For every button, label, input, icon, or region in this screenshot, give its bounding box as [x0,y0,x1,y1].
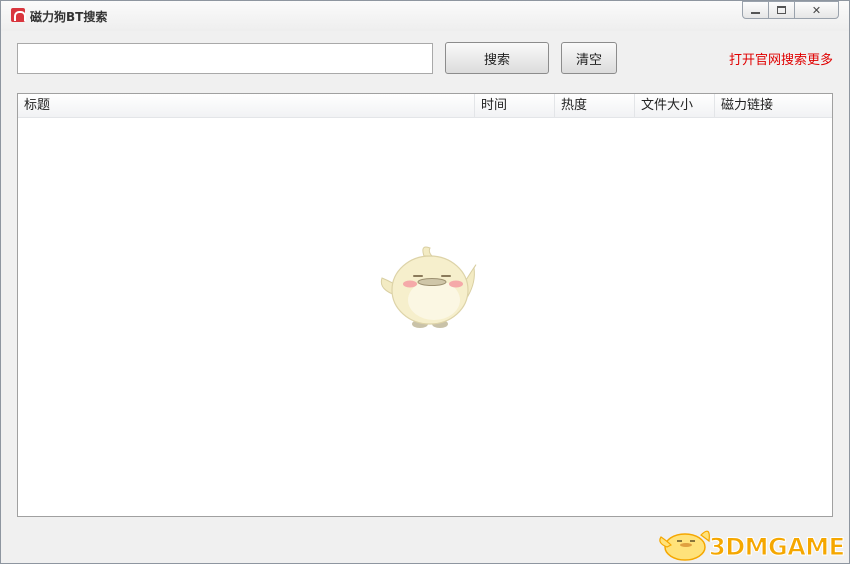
watermark-logo: 3DMGAME [657,517,846,562]
maximize-button[interactable] [768,1,795,19]
window-title: 磁力狗BT搜索 [30,10,108,24]
column-header-time[interactable]: 时间 [475,94,555,118]
empty-state-mascot-icon [380,246,477,328]
magnet-icon [11,8,26,22]
column-header-title[interactable]: 标题 [18,94,475,118]
app-window: 磁力狗BT搜索 ✕ 搜索 清空 打开官网搜索更多 标题 时间 热度 文件大小 磁… [0,0,850,564]
column-header-magnet[interactable]: 磁力链接 [715,94,832,118]
search-input[interactable] [17,43,433,74]
close-button[interactable]: ✕ [794,1,839,19]
close-icon: ✕ [811,3,822,17]
table-header: 标题 时间 热度 文件大小 磁力链接 [18,94,832,118]
watermark-text: 3DMGAME [709,533,846,562]
search-button[interactable]: 搜索 [445,42,549,74]
results-table[interactable]: 标题 时间 热度 文件大小 磁力链接 [17,93,833,517]
minimize-button[interactable] [742,1,769,19]
title-bar[interactable]: 磁力狗BT搜索 ✕ [1,1,849,31]
column-header-size[interactable]: 文件大小 [635,94,715,118]
minimize-icon [751,12,760,14]
chick-icon [659,530,710,561]
window-controls: ✕ [742,1,839,19]
clear-button[interactable]: 清空 [561,42,617,74]
maximize-icon [777,6,786,14]
column-header-heat[interactable]: 热度 [555,94,635,118]
open-website-link[interactable]: 打开官网搜索更多 [729,49,833,68]
